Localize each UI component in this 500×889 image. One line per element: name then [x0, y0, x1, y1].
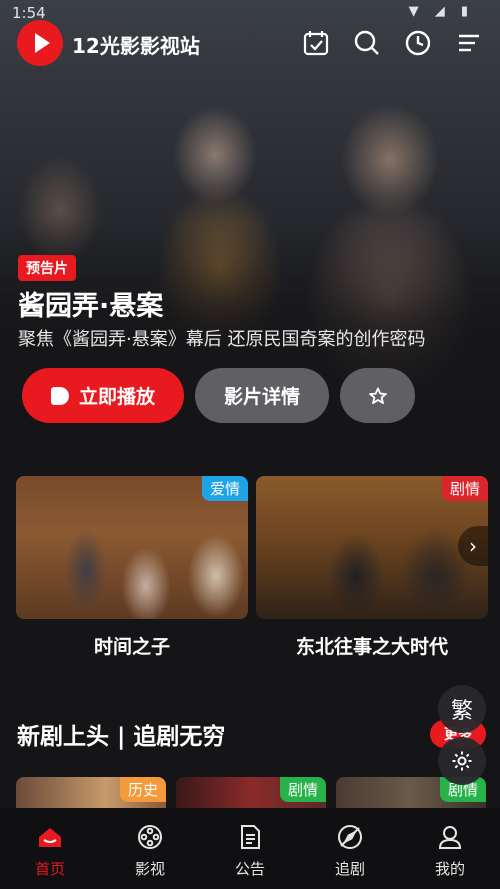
- home-icon: [39, 828, 61, 847]
- section-title: 新剧上头 | 追剧无穷: [17, 724, 226, 750]
- poster-card[interactable]: 剧情 ›: [256, 476, 488, 619]
- card-title[interactable]: 东北往事之大时代: [256, 632, 488, 659]
- genre-tag: 爱情: [201, 476, 248, 501]
- play-icon: [50, 386, 69, 405]
- nav-item-profile[interactable]: 我的: [400, 808, 500, 889]
- top-bar: 12光影影视站: [0, 20, 500, 66]
- genre-tag: 剧情: [279, 777, 326, 802]
- favorite-button[interactable]: [340, 368, 415, 423]
- hero-title: 酱园弄·悬案: [18, 291, 164, 322]
- history-icon[interactable]: [402, 27, 434, 59]
- settings-float-button[interactable]: [438, 737, 486, 785]
- nav-label: 首页: [34, 860, 65, 878]
- card-title[interactable]: 时间之子: [16, 632, 248, 659]
- document-icon: [241, 825, 260, 849]
- nav-label: 公告: [234, 860, 265, 878]
- star-icon: [368, 387, 387, 404]
- nav-item-notices[interactable]: 公告: [200, 808, 300, 889]
- chevron-right-icon[interactable]: ›: [458, 526, 488, 566]
- nav-item-follow[interactable]: 追剧: [300, 808, 400, 889]
- gear-icon: [452, 751, 472, 771]
- calendar-icon[interactable]: [300, 27, 332, 59]
- traditional-chinese-toggle[interactable]: 繁: [438, 685, 486, 733]
- user-icon: [438, 826, 462, 849]
- poster-card[interactable]: 爱情: [16, 476, 248, 619]
- nav-label: 影视: [134, 860, 165, 878]
- nav-label: 追剧: [334, 860, 365, 878]
- search-icon[interactable]: [351, 27, 383, 59]
- bottom-nav: 首页 影视 公告 追剧 我的: [0, 808, 500, 889]
- app-title: 12光影影视站: [72, 34, 200, 58]
- genre-tag: 剧情: [441, 476, 488, 501]
- compass-icon: [338, 825, 362, 849]
- hero-subtitle: 聚焦《酱园弄·悬案》幕后 还原民国奇案的创作密码: [18, 329, 426, 350]
- app-logo-icon: [17, 20, 63, 66]
- genre-tag: 历史: [119, 777, 166, 802]
- nav-item-home[interactable]: 首页: [0, 808, 100, 889]
- film-reel-icon: [138, 825, 162, 849]
- play-now-button[interactable]: 立即播放: [22, 368, 184, 423]
- status-icons: ▼ ◢ ▮: [408, 4, 474, 19]
- menu-icon[interactable]: [453, 27, 485, 59]
- play-now-label: 立即播放: [78, 386, 155, 408]
- nav-item-movies[interactable]: 影视: [100, 808, 200, 889]
- nav-label: 我的: [434, 860, 465, 878]
- movie-details-button[interactable]: 影片详情: [195, 368, 329, 423]
- trailer-badge: 预告片: [18, 255, 76, 281]
- movie-details-label: 影片详情: [223, 386, 300, 408]
